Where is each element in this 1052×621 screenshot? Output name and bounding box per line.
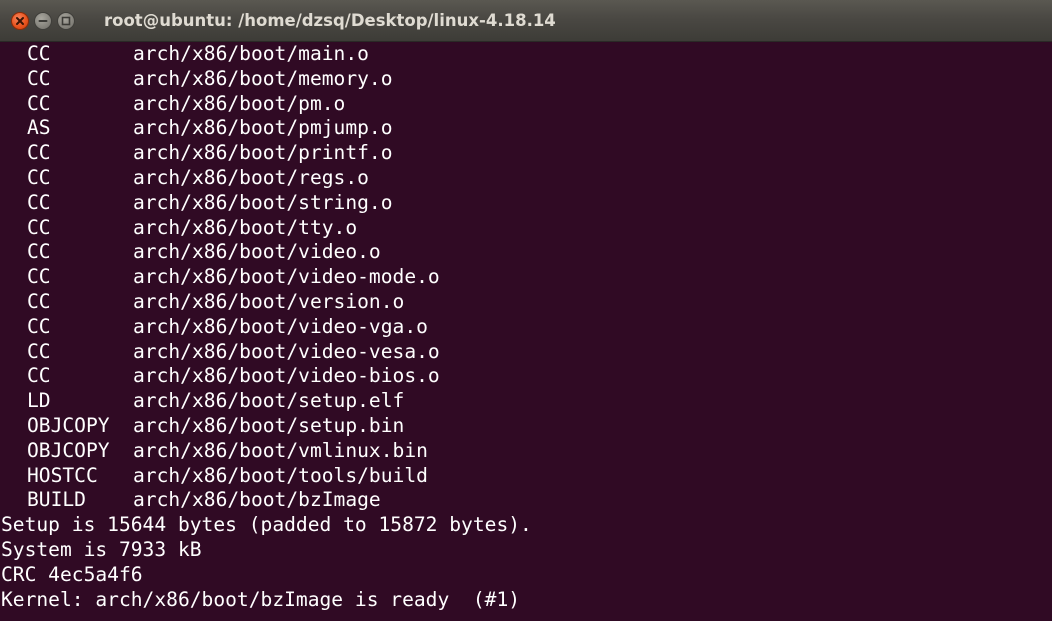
terminal-summary-line: CRC 4ec5a4f6: [1, 562, 143, 586]
build-target-path: arch/x86/boot/video-vga.o: [133, 314, 428, 338]
terminal-summary-line: System is 7933 kB: [1, 537, 202, 561]
maximize-button[interactable]: [57, 12, 75, 30]
terminal-line: CC arch/x86/boot/video-vga.o: [0, 315, 1052, 340]
terminal-line: HOSTCC arch/x86/boot/tools/build: [0, 464, 1052, 489]
terminal-summary-line: Setup is 15644 bytes (padded to 15872 by…: [1, 513, 532, 537]
build-target-path: arch/x86/boot/video-mode.o: [133, 265, 440, 289]
terminal-line: CC arch/x86/boot/video.o: [0, 240, 1052, 265]
build-command: CC: [27, 240, 51, 264]
title-bar[interactable]: root@ubuntu: /home/dzsq/Desktop/linux-4.…: [0, 0, 1052, 42]
maximize-icon: [61, 16, 71, 26]
terminal-line: CC arch/x86/boot/main.o: [0, 42, 1052, 67]
build-target-path: arch/x86/boot/video.o: [133, 240, 381, 264]
terminal-output[interactable]: CC arch/x86/boot/main.o CC arch/x86/boot/me…: [0, 42, 1052, 621]
build-command: CC: [27, 42, 51, 65]
terminal-line: CC arch/x86/boot/video-mode.o: [0, 265, 1052, 290]
build-target-path: arch/x86/boot/video-bios.o: [133, 364, 440, 388]
terminal-line: CC arch/x86/boot/version.o: [0, 290, 1052, 315]
build-command: CC: [27, 314, 51, 338]
terminal-line: OBJCOPY arch/x86/boot/vmlinux.bin: [0, 439, 1052, 464]
build-target-path: arch/x86/boot/bzImage: [133, 488, 381, 512]
build-command: CC: [27, 364, 51, 388]
build-command: CC: [27, 215, 51, 239]
build-target-path: arch/x86/boot/pmjump.o: [133, 116, 393, 140]
close-button[interactable]: [11, 12, 29, 30]
terminal-line: CC arch/x86/boot/printf.o: [0, 141, 1052, 166]
build-target-path: arch/x86/boot/printf.o: [133, 141, 393, 165]
build-target-path: arch/x86/boot/vmlinux.bin: [133, 438, 428, 462]
terminal-line: CC arch/x86/boot/memory.o: [0, 67, 1052, 92]
close-icon: [16, 17, 24, 25]
build-command: CC: [27, 289, 51, 313]
build-target-path: arch/x86/boot/tools/build: [133, 463, 428, 487]
build-command: OBJCOPY: [27, 413, 110, 437]
terminal-line: BUILD arch/x86/boot/bzImage: [0, 488, 1052, 513]
terminal-window: root@ubuntu: /home/dzsq/Desktop/linux-4.…: [0, 0, 1052, 621]
build-target-path: arch/x86/boot/string.o: [133, 190, 393, 214]
build-command: CC: [27, 165, 51, 189]
minimize-icon: [38, 20, 48, 22]
terminal-line: CC arch/x86/boot/video-bios.o: [0, 364, 1052, 389]
build-target-path: arch/x86/boot/setup.bin: [133, 413, 405, 437]
build-target-path: arch/x86/boot/regs.o: [133, 165, 369, 189]
terminal-line: CC arch/x86/boot/string.o: [0, 191, 1052, 216]
build-target-path: arch/x86/boot/setup.elf: [133, 389, 405, 413]
build-command: CC: [27, 190, 51, 214]
build-target-path: arch/x86/boot/pm.o: [133, 91, 346, 115]
build-command: AS: [27, 116, 51, 140]
build-target-path: arch/x86/boot/tty.o: [133, 215, 358, 239]
terminal-line: CC arch/x86/boot/video-vesa.o: [0, 340, 1052, 365]
terminal-line: LD arch/x86/boot/setup.elf: [0, 389, 1052, 414]
build-command: LD: [27, 389, 51, 413]
build-command: CC: [27, 66, 51, 90]
build-command: HOSTCC: [27, 463, 98, 487]
build-command: CC: [27, 141, 51, 165]
build-target-path: arch/x86/boot/version.o: [133, 289, 405, 313]
build-command: BUILD: [27, 488, 86, 512]
build-command: OBJCOPY: [27, 438, 110, 462]
terminal-line: OBJCOPY arch/x86/boot/setup.bin: [0, 414, 1052, 439]
build-command: CC: [27, 265, 51, 289]
minimize-button[interactable]: [34, 12, 52, 30]
terminal-line: CC arch/x86/boot/tty.o: [0, 216, 1052, 241]
terminal-line: CC arch/x86/boot/regs.o: [0, 166, 1052, 191]
terminal-summary-line: Kernel: arch/x86/boot/bzImage is ready (…: [1, 587, 521, 611]
build-command: CC: [27, 91, 51, 115]
build-command: CC: [27, 339, 51, 363]
build-target-path: arch/x86/boot/main.o: [133, 42, 369, 65]
terminal-line: AS arch/x86/boot/pmjump.o: [0, 116, 1052, 141]
build-target-path: arch/x86/boot/video-vesa.o: [133, 339, 440, 363]
window-title: root@ubuntu: /home/dzsq/Desktop/linux-4.…: [104, 11, 556, 30]
terminal-line: CC arch/x86/boot/pm.o: [0, 92, 1052, 117]
build-target-path: arch/x86/boot/memory.o: [133, 66, 393, 90]
